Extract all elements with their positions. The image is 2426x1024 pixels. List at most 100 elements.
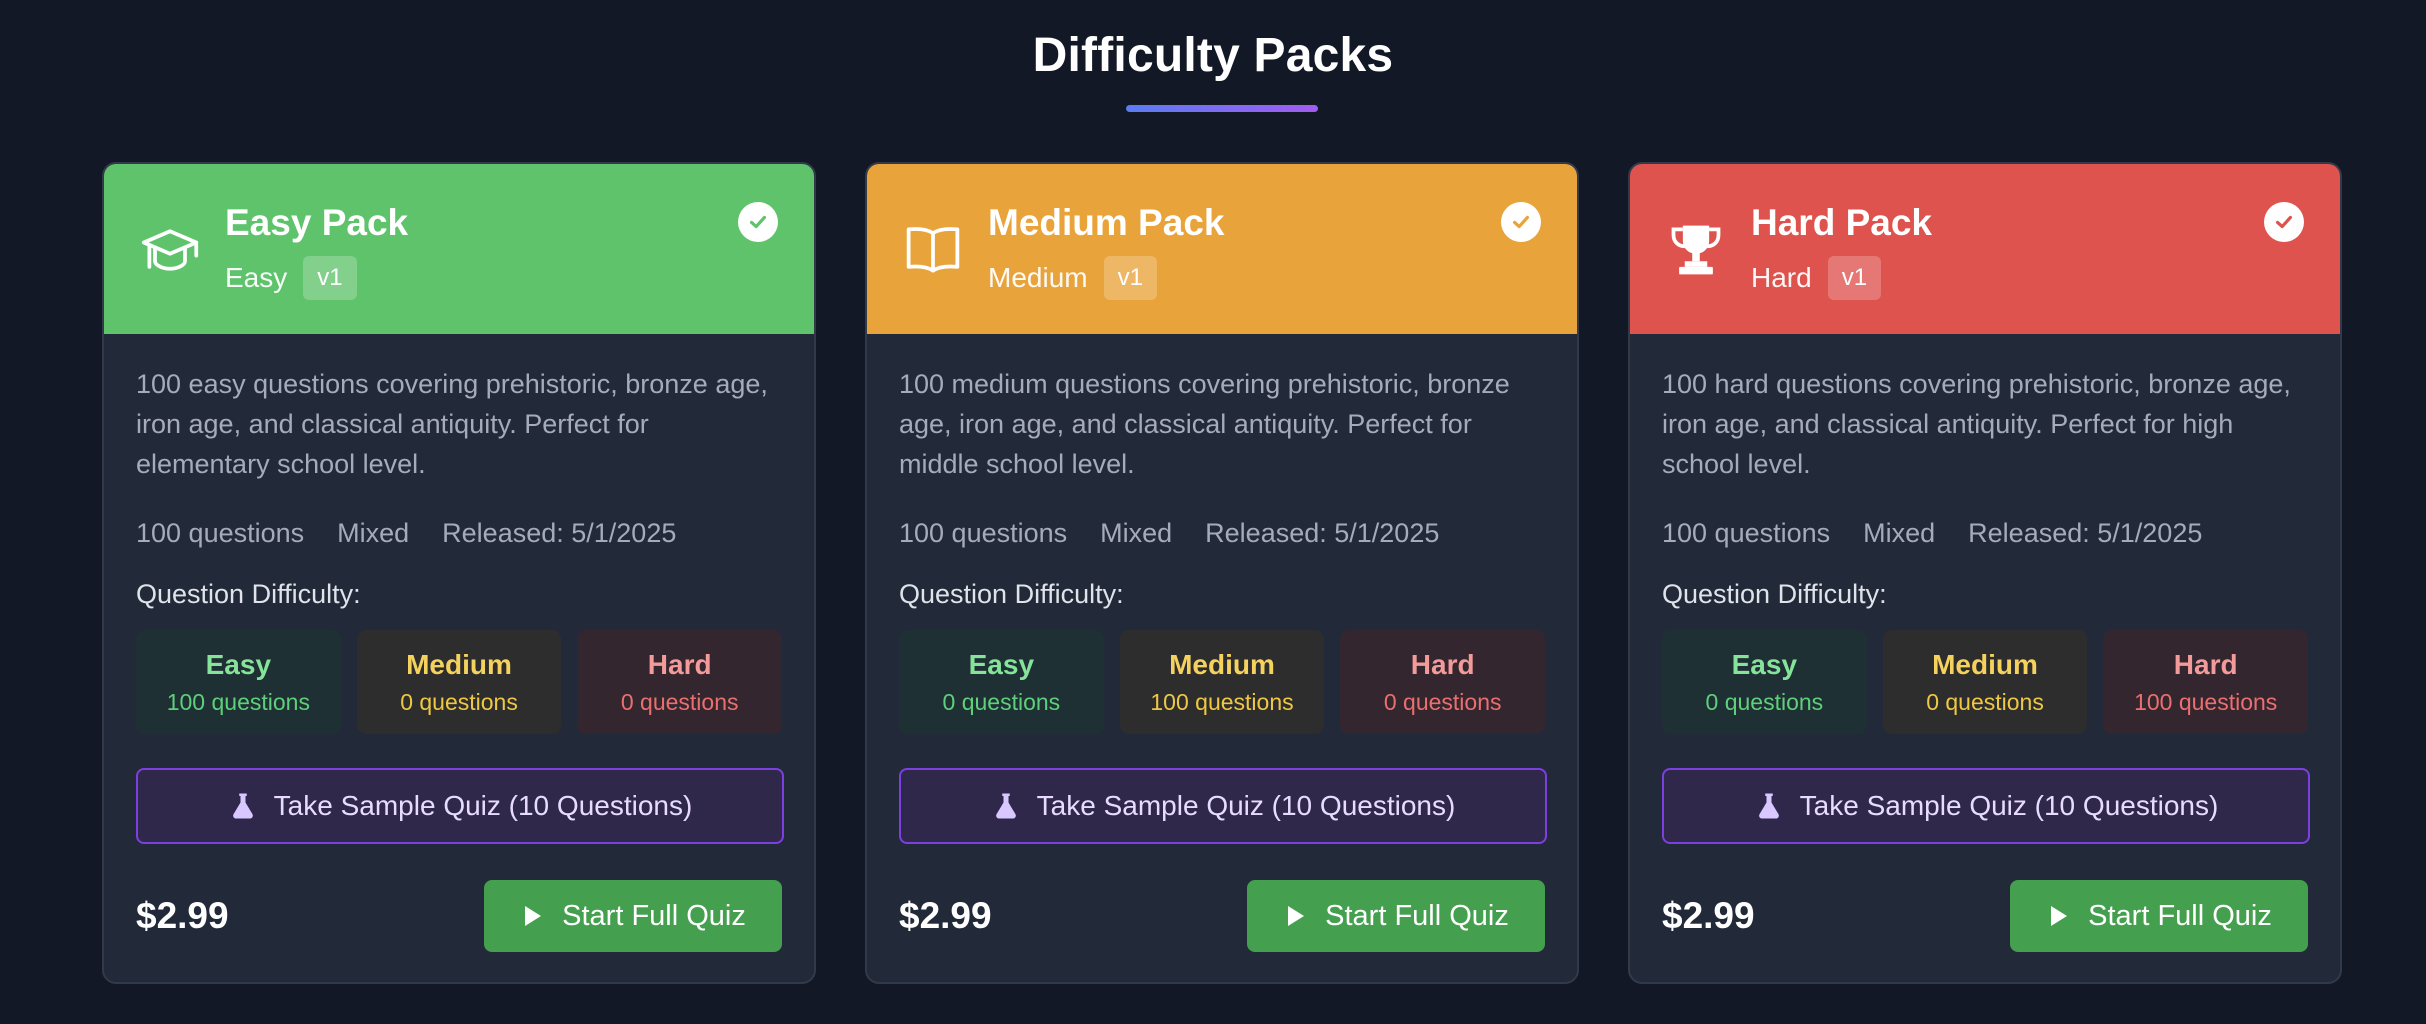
pack-meta: 100 questions Mixed Released: 5/1/2025 <box>1662 518 2308 549</box>
pack-description: 100 medium questions covering prehistori… <box>899 369 1510 479</box>
book-open-icon <box>901 218 965 282</box>
selected-check-icon[interactable] <box>738 202 778 242</box>
question-difficulty-label: Question Difficulty: <box>136 579 361 609</box>
version-badge: v1 <box>1827 256 1882 300</box>
selected-check-icon[interactable] <box>2264 202 2304 242</box>
pack-level: Hard <box>1751 262 1812 293</box>
question-count: 100 questions <box>899 518 1068 548</box>
question-difficulty-label: Question Difficulty: <box>1662 579 1887 609</box>
difficulty-count: 100 questions <box>166 688 310 715</box>
play-icon <box>1288 906 1305 926</box>
start-full-quiz-button[interactable]: Start Full Quiz <box>1247 880 1545 952</box>
card-footer: $2.99 Start Full Quiz <box>1662 880 2308 952</box>
card-body: 100 easy questions covering prehistoric,… <box>104 334 814 982</box>
pack-description: 100 easy questions covering prehistoric,… <box>136 369 768 479</box>
difficulty-easy-box: Easy 100 questions <box>136 630 341 734</box>
selected-check-icon[interactable] <box>1501 202 1541 242</box>
difficulty-medium-box: Medium 100 questions <box>1119 630 1325 734</box>
difficulty-count: 100 questions <box>1150 688 1294 715</box>
sample-quiz-label: Take Sample Quiz (10 Questions) <box>273 790 693 821</box>
difficulty-count: 0 questions <box>400 688 518 715</box>
pack-name: Hard Pack <box>1751 202 1932 243</box>
sample-quiz-label: Take Sample Quiz (10 Questions) <box>1036 790 1456 821</box>
pack-cards: Easy Pack Easy v1 100 easy questions cov… <box>102 162 2342 984</box>
pack-name: Medium Pack <box>988 202 1225 243</box>
card-footer: $2.99 Start Full Quiz <box>136 880 782 952</box>
pack-price: $2.99 <box>899 895 992 936</box>
card-header: Medium Pack Medium v1 <box>867 164 1577 334</box>
question-type: Mixed <box>337 518 410 548</box>
card-body: 100 medium questions covering prehistori… <box>867 334 1577 982</box>
difficulty-name: Hard <box>2173 648 2238 680</box>
release-date: Released: 5/1/2025 <box>1968 518 2203 548</box>
difficulty-medium-box: Medium 0 questions <box>356 630 562 734</box>
pack-level: Easy <box>225 262 288 293</box>
difficulty-name: Hard <box>1410 648 1475 680</box>
pack-subtitle: Hard v1 <box>1751 256 1882 300</box>
difficulty-easy-box: Easy 0 questions <box>899 630 1104 734</box>
difficulty-hard-box: Hard 0 questions <box>1340 630 1546 734</box>
difficulty-medium-box: Medium 0 questions <box>1882 630 2088 734</box>
pack-level: Medium <box>988 262 1088 293</box>
difficulty-breakdown: Easy 100 questions Medium 0 questions Ha… <box>136 630 783 734</box>
difficulty-count: 0 questions <box>1705 688 1824 715</box>
difficulty-breakdown: Easy 0 questions Medium 100 questions Ha… <box>899 630 1546 734</box>
take-sample-quiz-button[interactable]: Take Sample Quiz (10 Questions) <box>899 768 1547 844</box>
pack-price: $2.99 <box>1662 895 1755 936</box>
start-quiz-label: Start Full Quiz <box>2088 899 2272 932</box>
pack-price: $2.99 <box>136 895 229 936</box>
difficulty-count: 0 questions <box>1383 688 1502 715</box>
flask-icon <box>995 793 1016 819</box>
start-full-quiz-button[interactable]: Start Full Quiz <box>484 880 782 952</box>
difficulty-name: Medium <box>1932 648 2038 680</box>
difficulty-name: Medium <box>1169 648 1275 680</box>
graduation-cap-icon <box>138 218 202 282</box>
difficulty-hard-box: Hard 100 questions <box>2103 630 2309 734</box>
play-icon <box>525 906 542 926</box>
question-difficulty-label: Question Difficulty: <box>899 579 1124 609</box>
difficulty-name: Easy <box>1731 648 1798 680</box>
start-full-quiz-button[interactable]: Start Full Quiz <box>2010 880 2308 952</box>
question-type: Mixed <box>1863 518 1936 548</box>
pack-description: 100 hard questions covering prehistoric,… <box>1662 369 2291 479</box>
pack-subtitle: Medium v1 <box>988 256 1157 300</box>
difficulty-name: Medium <box>406 648 512 680</box>
release-date: Released: 5/1/2025 <box>1205 518 1440 548</box>
card-body: 100 hard questions covering prehistoric,… <box>1630 334 2340 982</box>
start-quiz-label: Start Full Quiz <box>562 899 746 932</box>
start-quiz-label: Start Full Quiz <box>1325 899 1509 932</box>
card-header: Hard Pack Hard v1 <box>1630 164 2340 334</box>
version-badge: v1 <box>1103 256 1157 300</box>
question-count: 100 questions <box>1662 518 1831 548</box>
card-footer: $2.99 Start Full Quiz <box>899 880 1545 952</box>
pack-name: Easy Pack <box>225 202 409 243</box>
difficulty-hard-box: Hard 0 questions <box>577 630 783 734</box>
pack-card-easy: Easy Pack Easy v1 100 easy questions cov… <box>102 162 816 984</box>
flask-icon <box>232 793 253 819</box>
card-header: Easy Pack Easy v1 <box>104 164 814 334</box>
title-underline <box>1126 105 1318 112</box>
difficulty-packs-page: Difficulty Packs Easy Pack Easy v1 100 e… <box>0 0 2426 1024</box>
release-date: Released: 5/1/2025 <box>442 518 677 548</box>
difficulty-name: Easy <box>205 648 272 680</box>
pack-subtitle: Easy v1 <box>225 256 357 300</box>
difficulty-name: Easy <box>968 648 1035 680</box>
difficulty-count: 100 questions <box>2134 688 2278 715</box>
pack-meta: 100 questions Mixed Released: 5/1/2025 <box>136 518 782 549</box>
difficulty-name: Hard <box>647 648 712 680</box>
trophy-icon <box>1664 218 1728 282</box>
difficulty-count: 0 questions <box>1926 688 2044 715</box>
difficulty-count: 0 questions <box>620 688 739 715</box>
page-title: Difficulty Packs <box>1032 29 1394 82</box>
play-icon <box>2051 906 2068 926</box>
sample-quiz-label: Take Sample Quiz (10 Questions) <box>1799 790 2219 821</box>
pack-card-hard: Hard Pack Hard v1 100 hard questions cov… <box>1628 162 2342 984</box>
difficulty-count: 0 questions <box>942 688 1061 715</box>
difficulty-easy-box: Easy 0 questions <box>1662 630 1867 734</box>
flask-icon <box>1758 793 1779 819</box>
pack-meta: 100 questions Mixed Released: 5/1/2025 <box>899 518 1545 549</box>
question-type: Mixed <box>1100 518 1173 548</box>
take-sample-quiz-button[interactable]: Take Sample Quiz (10 Questions) <box>136 768 784 844</box>
take-sample-quiz-button[interactable]: Take Sample Quiz (10 Questions) <box>1662 768 2310 844</box>
difficulty-breakdown: Easy 0 questions Medium 0 questions Hard… <box>1662 630 2309 734</box>
